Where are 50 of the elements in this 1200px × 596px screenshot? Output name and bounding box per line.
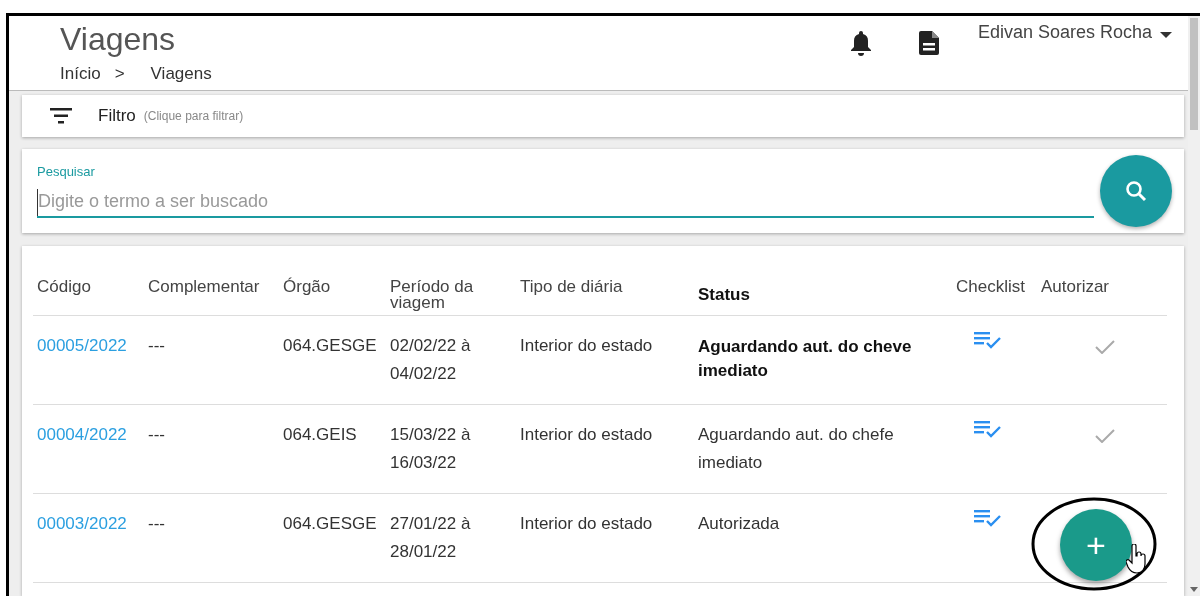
table-cell: --- — [144, 316, 279, 405]
search-field[interactable]: Pesquisar Digite o termo a ser buscado — [37, 164, 1094, 218]
column-header: Período da viagem — [386, 263, 516, 316]
table-cell: Interior do estado — [516, 316, 694, 405]
code-link[interactable]: 00003/2022 — [33, 494, 144, 583]
dropdown-caret-icon[interactable] — [1160, 31, 1172, 38]
checklist-icon[interactable] — [974, 332, 1002, 350]
table-cell: Aguardando aut. do chefe imediato — [694, 405, 952, 494]
filter-bar[interactable]: Filtro (Clique para filtrar) — [22, 95, 1184, 137]
column-header: Status — [694, 263, 952, 316]
table-cell: 15/03/22 à 16/03/22 — [386, 405, 516, 494]
table-cell: Interior do estado — [516, 494, 694, 583]
table-cell: 064.GEIS — [279, 405, 386, 494]
search-input[interactable]: Digite o termo a ser buscado — [37, 189, 1094, 216]
table-cell: Aguardando aut. do cheve imediato — [694, 316, 952, 405]
table-cell: 27/01/22 à 28/01/22 — [386, 494, 516, 583]
hand-cursor-icon — [1126, 544, 1148, 574]
filter-icon[interactable] — [50, 108, 72, 124]
scrollbar[interactable] — [1188, 16, 1200, 596]
column-header: Tipo de diária — [516, 263, 694, 316]
check-icon[interactable] — [1095, 340, 1115, 354]
code-link[interactable]: 00004/2022 — [33, 405, 144, 494]
breadcrumb-link[interactable]: Início — [60, 64, 101, 84]
check-icon[interactable] — [1095, 429, 1115, 443]
table-cell: 064.GESGE — [279, 494, 386, 583]
column-header: Órgão — [279, 263, 386, 316]
page-title: Viagens — [60, 20, 177, 58]
filter-label: Filtro — [98, 106, 136, 126]
notification-bell-icon[interactable] — [849, 30, 872, 56]
checklist-icon[interactable] — [974, 510, 1002, 528]
column-header: Código — [33, 263, 144, 316]
document-icon[interactable] — [917, 30, 940, 56]
code-link[interactable]: 00005/2022 — [33, 316, 144, 405]
table-cell: 064.GESGE — [279, 316, 386, 405]
table-cell: 02/02/22 à 04/02/22 — [386, 316, 516, 405]
table-cell: Autorizada — [694, 494, 952, 583]
field-label: Pesquisar — [37, 164, 96, 179]
column-header: Autorizar — [1037, 263, 1167, 316]
table-cell: --- — [144, 405, 279, 494]
column-header: Checklist — [952, 263, 1037, 316]
user-menu[interactable]: Edivan Soares Rocha — [977, 22, 1152, 43]
checklist-icon[interactable] — [974, 421, 1002, 439]
filter-hint: (Clique para filtrar) — [143, 109, 244, 123]
breadcrumb-current: Viagens — [150, 64, 212, 84]
column-header: Complementar — [144, 263, 279, 316]
breadcrumb-separator: > — [114, 64, 125, 84]
search-icon — [1125, 180, 1147, 202]
table-cell: --- — [144, 494, 279, 583]
search-button[interactable] — [1100, 155, 1172, 227]
table-cell: Interior do estado — [516, 405, 694, 494]
